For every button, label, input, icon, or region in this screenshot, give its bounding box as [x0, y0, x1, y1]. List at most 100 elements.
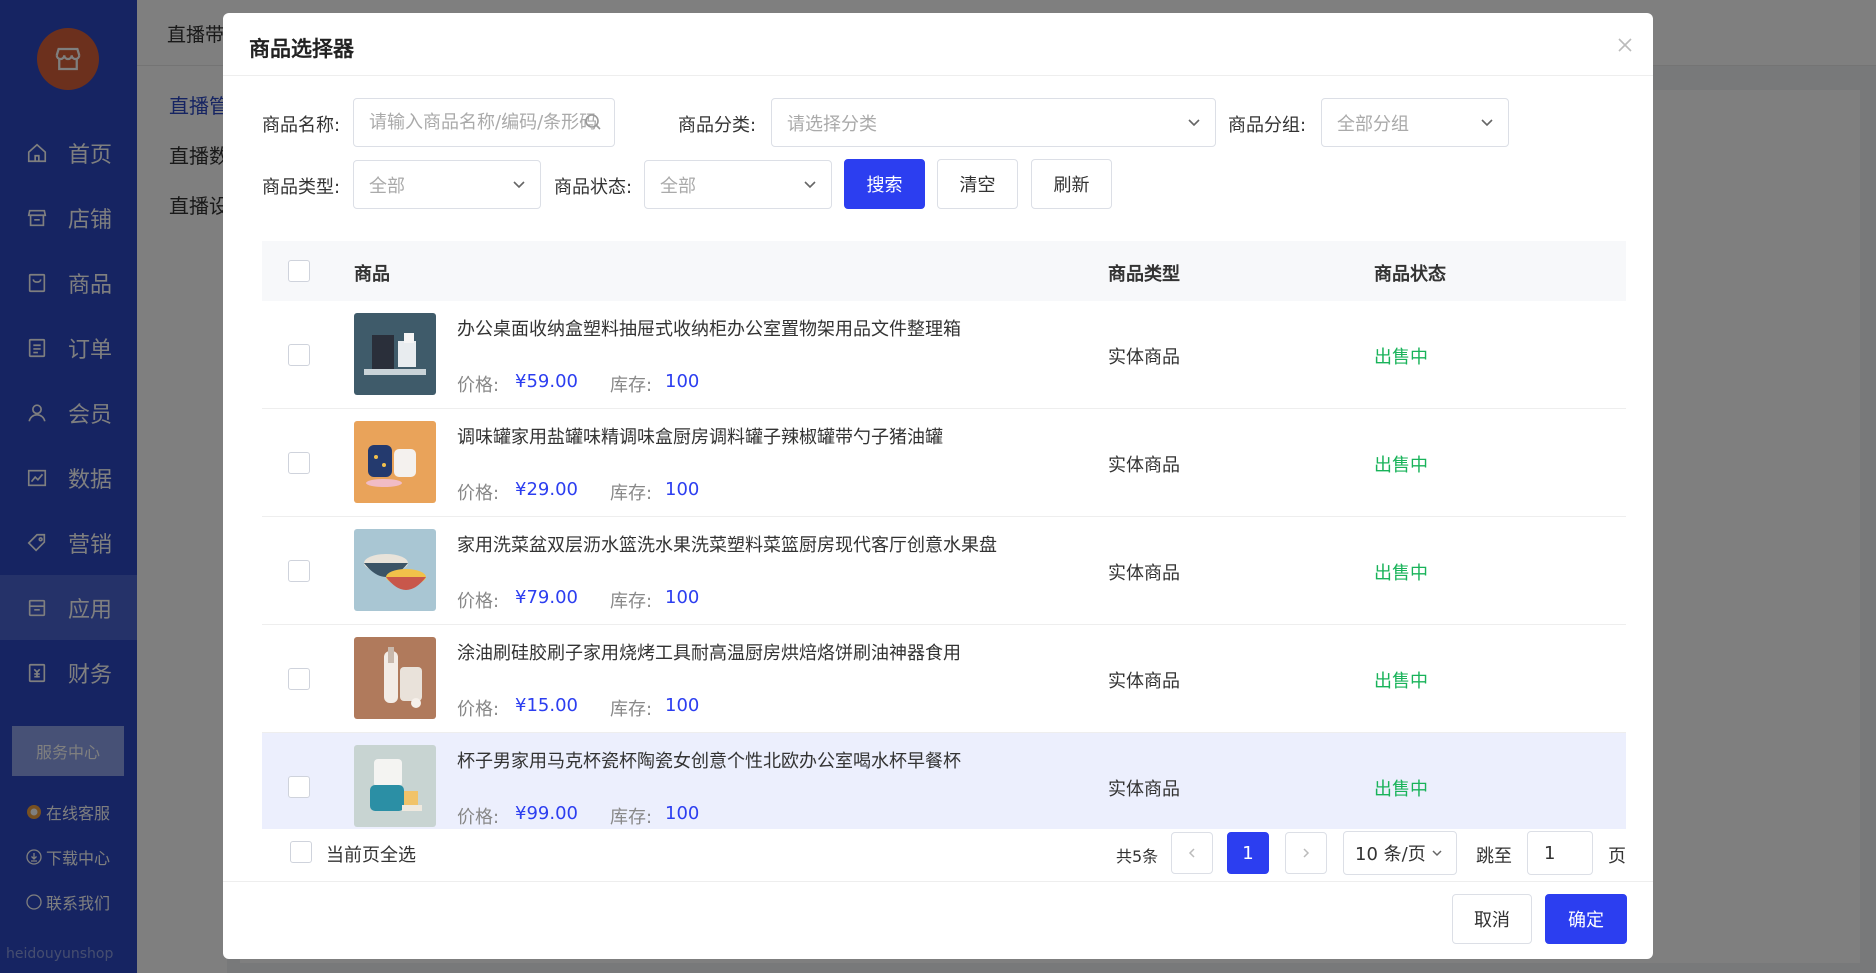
- product-table: 商品 商品类型 商品状态 办公桌面收纳盒塑料抽屉式收纳柜办公室置物架用品文件整理…: [262, 241, 1626, 829]
- row-checkbox[interactable]: [288, 560, 310, 582]
- prev-page-button[interactable]: [1171, 832, 1213, 874]
- jump-to-label: 跳至: [1476, 846, 1512, 867]
- row-checkbox[interactable]: [288, 452, 310, 474]
- chevron-down-icon: [510, 175, 528, 193]
- category-select[interactable]: 请选择分类: [771, 98, 1216, 147]
- group-value: 全部分组: [1337, 113, 1409, 135]
- product-type-value: 全部: [369, 175, 405, 197]
- close-button[interactable]: [1615, 35, 1635, 55]
- product-image: [354, 421, 436, 503]
- next-page-button[interactable]: [1285, 832, 1327, 874]
- group-label: 商品分组:: [1228, 115, 1307, 136]
- chevron-down-icon: [1432, 850, 1442, 857]
- product-stock: 100: [665, 479, 700, 500]
- product-stock: 100: [665, 803, 700, 824]
- select-page-label[interactable]: 当前页全选: [326, 841, 416, 867]
- stock-label: 库存:: [610, 591, 653, 612]
- product-image: [354, 637, 436, 719]
- row-checkbox[interactable]: [288, 776, 310, 798]
- product-stock: 100: [665, 695, 700, 716]
- product-name: 杯子男家用马克杯瓷杯陶瓷女创意个性北欧办公室喝水杯早餐杯: [457, 751, 961, 772]
- product-type: 实体商品: [1108, 455, 1180, 476]
- row-checkbox[interactable]: [288, 668, 310, 690]
- product-status: 出售中: [1374, 779, 1428, 800]
- header-type: 商品类型: [1108, 264, 1180, 285]
- product-status-label: 商品状态:: [554, 177, 633, 198]
- product-price: ¥15.00: [515, 695, 578, 716]
- product-price: ¥99.00: [515, 803, 578, 824]
- price-label: 价格:: [457, 591, 500, 612]
- page-size-value: 10 条/页: [1355, 844, 1426, 865]
- page-size-select[interactable]: 10 条/页: [1343, 831, 1457, 875]
- product-status-value: 全部: [660, 175, 696, 197]
- product-stock: 100: [665, 371, 700, 392]
- close-icon: [1618, 38, 1632, 52]
- header-select-all-checkbox[interactable]: [288, 260, 310, 282]
- table-row[interactable]: 涂油刷硅胶刷子家用烧烤工具耐高温厨房烘焙烙饼刷油神器食用 价格: ¥15.00 …: [262, 625, 1626, 733]
- modal-footer: 取消 确定: [223, 881, 1653, 959]
- stock-label: 库存:: [610, 483, 653, 504]
- product-name: 涂油刷硅胶刷子家用烧烤工具耐高温厨房烘焙烙饼刷油神器食用: [457, 643, 961, 664]
- chevron-right-icon: [1303, 848, 1310, 858]
- table-row[interactable]: 杯子男家用马克杯瓷杯陶瓷女创意个性北欧办公室喝水杯早餐杯 价格: ¥99.00 …: [262, 733, 1626, 829]
- category-placeholder: 请选择分类: [787, 113, 877, 135]
- group-select[interactable]: 全部分组: [1321, 98, 1509, 147]
- price-label: 价格:: [457, 807, 500, 828]
- product-name-label: 商品名称:: [262, 115, 341, 136]
- refresh-button[interactable]: 刷新: [1031, 159, 1112, 209]
- product-name: 办公桌面收纳盒塑料抽屉式收纳柜办公室置物架用品文件整理箱: [457, 319, 961, 340]
- product-price: ¥79.00: [515, 587, 578, 608]
- search-icon: [584, 113, 602, 131]
- confirm-button[interactable]: 确定: [1545, 894, 1627, 944]
- price-label: 价格:: [457, 483, 500, 504]
- product-type: 实体商品: [1108, 671, 1180, 692]
- search-button[interactable]: 搜索: [844, 159, 925, 209]
- stock-label: 库存:: [610, 699, 653, 720]
- product-selector-modal: 商品选择器 商品名称: 商品分类: 请选择分类 商品分组: 全部分组 商品类型:…: [223, 13, 1653, 959]
- page-number-button[interactable]: 1: [1227, 832, 1269, 874]
- product-status-select[interactable]: 全部: [644, 160, 832, 209]
- stock-label: 库存:: [610, 375, 653, 396]
- table-row[interactable]: 调味罐家用盐罐味精调味盒厨房调料罐子辣椒罐带勺子猪油罐 价格: ¥29.00 库…: [262, 409, 1626, 517]
- product-name: 调味罐家用盐罐味精调味盒厨房调料罐子辣椒罐带勺子猪油罐: [457, 427, 943, 448]
- header-status: 商品状态: [1374, 264, 1446, 285]
- product-name: 家用洗菜盆双层沥水篮洗水果洗菜塑料菜篮厨房现代客厅创意水果盘: [457, 535, 997, 556]
- price-label: 价格:: [457, 699, 500, 720]
- product-stock: 100: [665, 587, 700, 608]
- chevron-down-icon: [1185, 113, 1203, 131]
- product-status: 出售中: [1374, 563, 1428, 584]
- row-checkbox[interactable]: [288, 344, 310, 366]
- category-label: 商品分类:: [678, 115, 757, 136]
- header-product: 商品: [354, 264, 390, 285]
- product-price: ¥29.00: [515, 479, 578, 500]
- table-header: 商品 商品类型 商品状态: [262, 241, 1626, 301]
- table-row[interactable]: 家用洗菜盆双层沥水篮洗水果洗菜塑料菜篮厨房现代客厅创意水果盘 价格: ¥79.0…: [262, 517, 1626, 625]
- product-type: 实体商品: [1108, 347, 1180, 368]
- cancel-button[interactable]: 取消: [1452, 894, 1532, 944]
- chevron-down-icon: [801, 175, 819, 193]
- table-row[interactable]: 办公桌面收纳盒塑料抽屉式收纳柜办公室置物架用品文件整理箱 价格: ¥59.00 …: [262, 301, 1626, 409]
- product-status: 出售中: [1374, 455, 1428, 476]
- product-image: [354, 745, 436, 827]
- product-name-field[interactable]: [353, 98, 615, 147]
- chevron-left-icon: [1188, 848, 1195, 858]
- product-image: [354, 313, 436, 395]
- product-status: 出售中: [1374, 347, 1428, 368]
- jump-page-input[interactable]: 1: [1527, 831, 1593, 875]
- product-type: 实体商品: [1108, 563, 1180, 584]
- product-type: 实体商品: [1108, 779, 1180, 800]
- product-price: ¥59.00: [515, 371, 578, 392]
- product-image: [354, 529, 436, 611]
- select-page-checkbox[interactable]: [290, 841, 312, 863]
- product-type-select[interactable]: 全部: [353, 160, 541, 209]
- clear-button[interactable]: 清空: [937, 159, 1018, 209]
- product-status: 出售中: [1374, 671, 1428, 692]
- modal-title: 商品选择器: [249, 37, 354, 61]
- modal-header: 商品选择器: [223, 13, 1653, 76]
- product-name-input[interactable]: [369, 112, 614, 133]
- product-type-label: 商品类型:: [262, 177, 341, 198]
- pagination-total: 共5条: [1116, 847, 1159, 866]
- chevron-down-icon: [1478, 113, 1496, 131]
- stock-label: 库存:: [610, 807, 653, 828]
- page-suffix-label: 页: [1608, 846, 1626, 867]
